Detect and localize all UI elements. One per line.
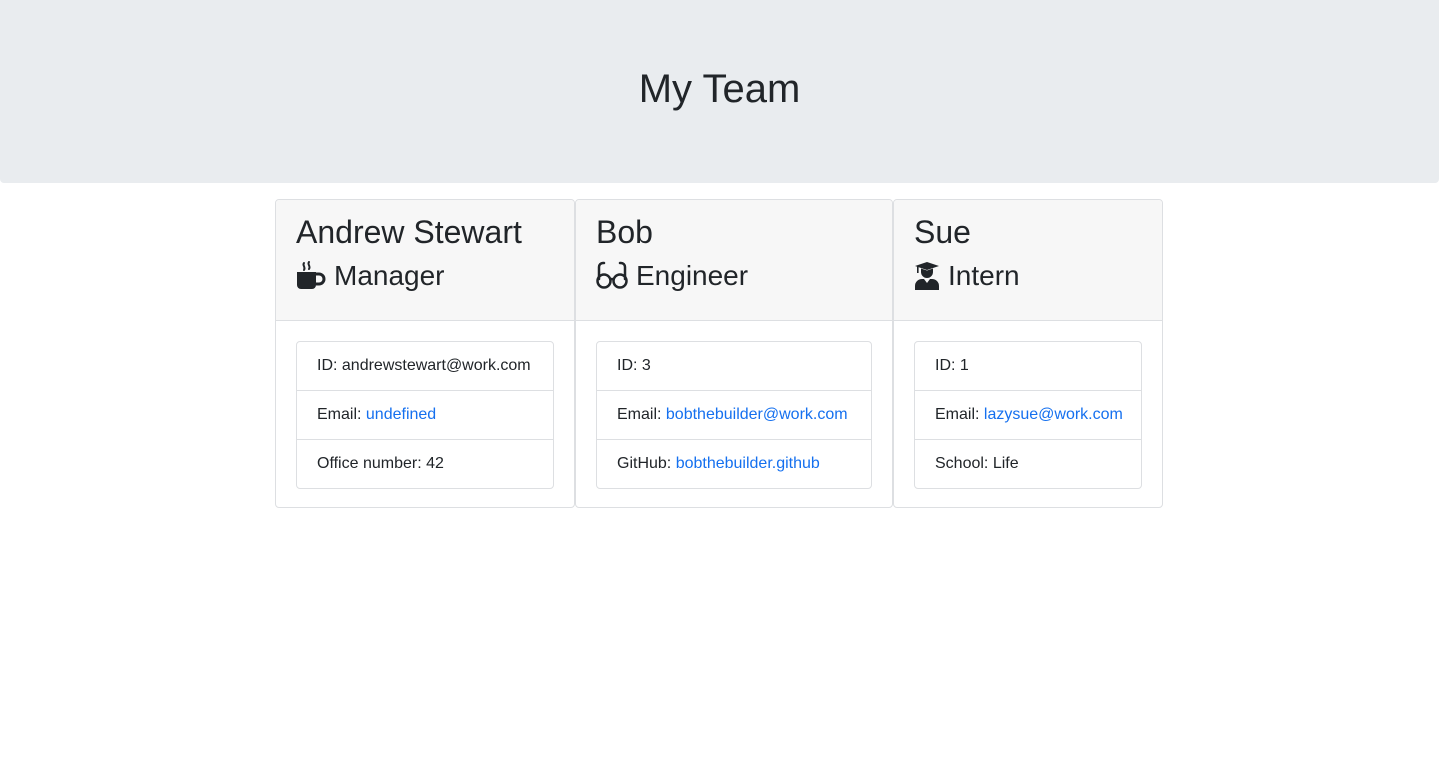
office-number-label: Office number:	[317, 455, 427, 472]
email-link[interactable]: lazysue@work.com	[984, 406, 1123, 423]
school-value: Life	[992, 455, 1019, 472]
email-row: Email: undefined	[297, 390, 553, 439]
employee-card-engineer: Bob Engineer ID: 3 Email: bobthebuilder@	[575, 199, 893, 508]
employee-role: Intern	[914, 260, 1142, 292]
id-label: ID:	[935, 357, 960, 374]
email-label: Email:	[617, 406, 666, 423]
role-label: Intern	[948, 260, 1020, 291]
card-body: ID: 3 Email: bobthebuilder@work.com GitH…	[576, 321, 892, 509]
mug-hot-icon	[296, 261, 326, 291]
id-row: ID: 3	[597, 342, 871, 390]
employee-role: Engineer	[596, 260, 872, 292]
role-label: Engineer	[636, 260, 749, 291]
glasses-icon	[596, 261, 628, 291]
card-header: Bob Engineer	[576, 200, 892, 321]
employee-details: ID: 1 Email: lazysue@work.com School: Li…	[914, 341, 1142, 489]
user-graduate-icon	[914, 261, 940, 291]
github-label: GitHub:	[617, 455, 676, 472]
office-number-value: 42	[426, 455, 444, 472]
github-row: GitHub: bobthebuilder.github	[597, 439, 871, 488]
school-label: School:	[935, 455, 993, 472]
email-label: Email:	[317, 406, 366, 423]
employee-name: Sue	[914, 214, 971, 250]
card-body: ID: andrewstewart@work.com Email: undefi…	[276, 321, 574, 509]
employee-details: ID: andrewstewart@work.com Email: undefi…	[296, 341, 554, 489]
employee-card-manager: Andrew Stewart Manager ID: andrewstewart…	[275, 199, 575, 508]
employee-name: Andrew Stewart	[296, 214, 522, 250]
page-header: My Team	[0, 0, 1439, 183]
school-row: School: Life	[915, 439, 1141, 488]
id-label: ID:	[317, 357, 342, 374]
email-row: Email: bobthebuilder@work.com	[597, 390, 871, 439]
card-header: Sue Intern	[894, 200, 1162, 321]
email-row: Email: lazysue@work.com	[915, 390, 1141, 439]
id-value: 1	[959, 357, 969, 374]
employee-details: ID: 3 Email: bobthebuilder@work.com GitH…	[596, 341, 872, 489]
id-label: ID:	[617, 357, 642, 374]
office-number-row: Office number: 42	[297, 439, 553, 488]
id-value: andrewstewart@work.com	[341, 357, 531, 374]
page-title: My Team	[638, 67, 801, 111]
id-value: 3	[641, 357, 651, 374]
card-header: Andrew Stewart Manager	[276, 200, 574, 321]
employee-role: Manager	[296, 260, 554, 292]
employee-name: Bob	[596, 214, 653, 250]
id-row: ID: 1	[915, 342, 1141, 390]
github-link[interactable]: bobthebuilder.github	[676, 455, 820, 472]
employee-card-intern: Sue Intern ID: 1 Email: lazysue@work.com…	[893, 199, 1163, 508]
role-label: Manager	[334, 260, 445, 291]
card-body: ID: 1 Email: lazysue@work.com School: Li…	[894, 321, 1162, 509]
id-row: ID: andrewstewart@work.com	[297, 342, 553, 390]
email-link[interactable]: undefined	[366, 406, 436, 423]
email-link[interactable]: bobthebuilder@work.com	[666, 406, 848, 423]
email-label: Email:	[935, 406, 984, 423]
